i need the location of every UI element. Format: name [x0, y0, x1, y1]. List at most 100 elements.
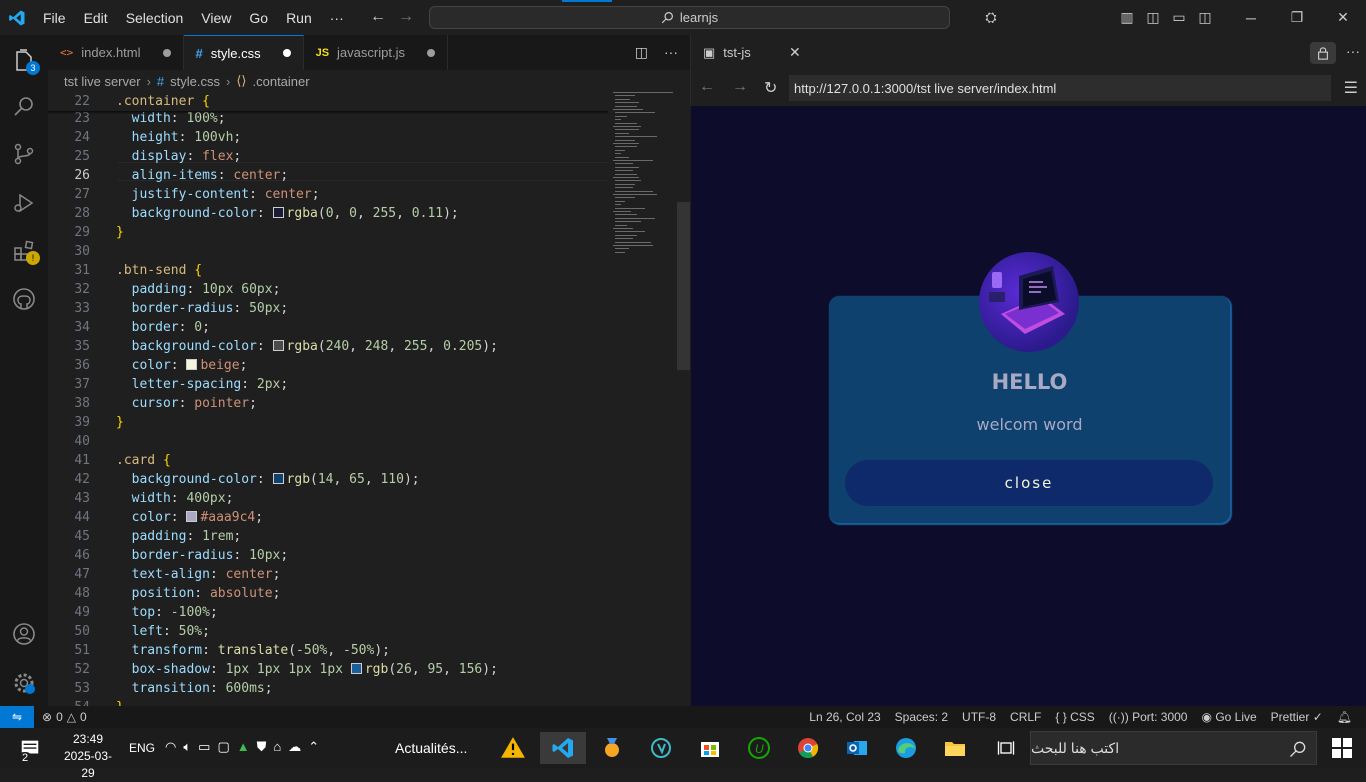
code-line[interactable]: 27 justify-content: center; — [48, 185, 608, 204]
prettier-status[interactable]: Prettier ✓ — [1271, 710, 1323, 724]
language-mode[interactable]: { } CSS — [1055, 710, 1094, 724]
menu-selection[interactable]: Selection — [117, 10, 193, 26]
restore-button[interactable]: ❐ — [1274, 9, 1320, 26]
live-server-port[interactable]: ((·)) Port: 3000 — [1109, 710, 1188, 724]
go-live-button[interactable]: ◉ Go Live — [1201, 710, 1256, 724]
code-line[interactable]: 42 background-color: rgb(14, 65, 110); — [48, 470, 608, 489]
reload-icon[interactable]: ↻ — [764, 78, 777, 98]
editor-scrollbar[interactable] — [677, 202, 690, 370]
source-control-icon[interactable] — [8, 138, 40, 170]
unsaved-dot-icon[interactable] — [282, 49, 291, 57]
code-line[interactable]: 40 — [48, 432, 608, 451]
code-line[interactable]: 44 color: #aaa9c4; — [48, 508, 608, 527]
more-actions-icon[interactable]: ··· — [664, 44, 678, 61]
back-arrow-icon[interactable]: ← — [699, 78, 715, 96]
tab-index-html[interactable]: <> index.html — [48, 35, 184, 70]
explorer-icon[interactable]: 3 — [8, 45, 40, 77]
menu-icon[interactable]: ☰ — [1344, 78, 1358, 98]
code-line[interactable]: 41 .card { — [48, 451, 608, 470]
windows-start-icon[interactable] — [1318, 728, 1366, 768]
menu-file[interactable]: File — [34, 10, 75, 26]
code-line[interactable]: 50 left: 50%; — [48, 622, 608, 641]
code-line[interactable]: 52 box-shadow: 1px 1px 1px 1px rgb(26, 9… — [48, 660, 608, 679]
code-line[interactable]: 29} — [48, 223, 608, 242]
close-button[interactable]: close — [845, 460, 1213, 506]
store-icon[interactable] — [687, 732, 733, 764]
copilot-icon[interactable]: ⛭ — [978, 9, 1004, 26]
code-line[interactable]: 34 border: 0; — [48, 318, 608, 337]
toggle-secondary-sidebar-icon[interactable]: ◫ — [1192, 9, 1218, 26]
breadcrumb-file[interactable]: style.css — [170, 74, 220, 89]
vscode-taskbar-icon[interactable] — [540, 732, 586, 764]
breadcrumb-folder[interactable]: tst live server — [64, 74, 141, 89]
code-line[interactable]: 46 border-radius: 10px; — [48, 546, 608, 565]
code-line[interactable]: 22 .container { — [48, 92, 608, 111]
tab-style-css[interactable]: # style.css — [183, 35, 304, 70]
upwork-icon[interactable]: U — [736, 732, 782, 764]
code-line[interactable]: 53 transition: 600ms; — [48, 679, 608, 698]
battery-icon[interactable]: ▭ — [198, 739, 210, 755]
code-line[interactable]: 36 color: beige; — [48, 356, 608, 375]
cloud-icon[interactable]: ☁ — [288, 739, 301, 755]
code-line[interactable]: 33 border-radius: 50px; — [48, 299, 608, 318]
outlook-icon[interactable] — [834, 732, 880, 764]
command-center-search[interactable]: learnjs — [429, 6, 950, 29]
more-actions-icon[interactable]: ··· — [1346, 43, 1360, 59]
clock[interactable]: 23:49 2025-03-29 — [58, 731, 118, 782]
encoding[interactable]: UTF-8 — [962, 710, 996, 724]
code-line[interactable]: 45 padding: 1rem; — [48, 527, 608, 546]
extensions-icon[interactable]: ! — [8, 235, 40, 267]
minimap[interactable] — [613, 92, 675, 262]
toggle-sidebar-icon[interactable]: ◫ — [1140, 9, 1166, 26]
tab-javascript-js[interactable]: JS javascript.js — [304, 35, 448, 70]
breadcrumb-symbol[interactable]: .container — [253, 74, 310, 89]
code-line[interactable]: 35 background-color: rgba(240, 248, 255,… — [48, 337, 608, 356]
teams-icon[interactable] — [638, 732, 684, 764]
code-line[interactable]: 48 position: absolute; — [48, 584, 608, 603]
code-line[interactable]: 43 width: 400px; — [48, 489, 608, 508]
unsaved-dot-icon[interactable] — [426, 48, 435, 57]
code-line[interactable]: 28 background-color: rgba(0, 0, 255, 0.1… — [48, 204, 608, 223]
volume-icon[interactable]: 🔈︎ — [183, 739, 191, 755]
menu-go[interactable]: Go — [240, 10, 277, 26]
code-line[interactable]: 49 top: -100%; — [48, 603, 608, 622]
tray-app-icon[interactable]: ▲ — [237, 739, 250, 755]
search-view-icon[interactable] — [8, 90, 40, 122]
menu-more[interactable]: ··· — [321, 10, 353, 26]
settings-gear-icon[interactable] — [8, 667, 40, 699]
code-line[interactable]: 38 cursor: pointer; — [48, 394, 608, 413]
medal-app-icon[interactable] — [589, 732, 635, 764]
warning-app-icon[interactable] — [490, 732, 536, 764]
run-debug-icon[interactable] — [8, 187, 40, 219]
layout-sidebar-icon[interactable]: ▥ — [1114, 9, 1140, 26]
code-line[interactable]: 37 letter-spacing: 2px; — [48, 375, 608, 394]
chrome-icon[interactable] — [785, 732, 831, 764]
meet-now-icon[interactable]: ▢ — [217, 739, 229, 755]
github-icon[interactable] — [8, 283, 40, 315]
language-indicator[interactable]: ENG — [129, 741, 155, 755]
show-hidden-icons-icon[interactable]: ⌃ — [308, 739, 319, 755]
code-editor[interactable]: 22 .container {23 width: 100%; 24 height: … — [48, 92, 690, 706]
lock-icon[interactable] — [1310, 42, 1336, 64]
wifi-icon[interactable]: ◠ — [165, 739, 176, 755]
code-line[interactable]: 39} — [48, 413, 608, 432]
forward-arrow-icon[interactable]: → — [732, 78, 748, 96]
file-explorer-icon[interactable] — [932, 732, 978, 764]
remote-icon[interactable]: ⇋ — [0, 706, 34, 728]
minimize-button[interactable]: ─ — [1228, 10, 1274, 26]
unsaved-dot-icon[interactable] — [162, 48, 171, 57]
account-icon[interactable] — [8, 618, 40, 650]
news-widget[interactable]: Actualités... — [395, 740, 467, 756]
code-line[interactable]: 30 — [48, 242, 608, 261]
split-editor-icon[interactable]: ◫ — [635, 44, 648, 61]
code-line[interactable]: 31 .btn-send { — [48, 261, 608, 280]
code-line[interactable]: 51 transform: translate(-50%, -50%); — [48, 641, 608, 660]
menu-view[interactable]: View — [192, 10, 240, 26]
url-input[interactable]: http://127.0.0.1:3000/tst live server/in… — [789, 75, 1331, 101]
code-line[interactable]: 24 height: 100vh; — [48, 128, 608, 147]
code-line[interactable]: 25 display: flex; — [48, 147, 608, 166]
toggle-panel-icon[interactable]: ▭ — [1166, 9, 1192, 26]
indentation[interactable]: Spaces: 2 — [895, 710, 948, 724]
defender-icon[interactable]: ⛊ — [257, 739, 267, 755]
edge-icon[interactable] — [883, 732, 929, 764]
